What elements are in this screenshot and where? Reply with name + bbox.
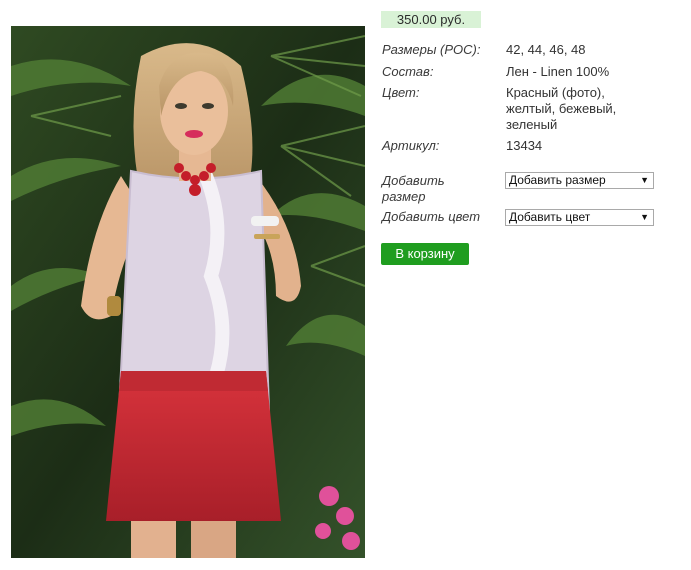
article-label: Артикул: bbox=[382, 138, 440, 153]
add-color-label: Добавить цвет bbox=[382, 209, 481, 224]
composition-label: Состав: bbox=[382, 64, 434, 79]
size-select-value: Добавить размер bbox=[509, 173, 606, 187]
add-to-cart-button[interactable]: В корзину bbox=[381, 243, 469, 265]
color-select-value: Добавить цвет bbox=[509, 210, 591, 224]
composition-value: Лен - Linen 100% bbox=[506, 64, 610, 79]
price-badge: 350.00 руб. bbox=[381, 11, 481, 28]
color-value: Красный (фото), желтый, бежевый, зеленый bbox=[506, 85, 617, 132]
dropdown-arrow-icon: ▼ bbox=[640, 212, 649, 222]
sizes-value: 42, 44, 46, 48 bbox=[506, 42, 586, 57]
article-value: 13434 bbox=[506, 138, 543, 153]
size-select[interactable]: Добавить размер ▼ bbox=[505, 172, 654, 189]
product-photo bbox=[11, 26, 365, 558]
color-select[interactable]: Добавить цвет ▼ bbox=[505, 209, 654, 226]
color-label: Цвет: bbox=[382, 85, 420, 100]
product-photo-drawing bbox=[11, 26, 365, 558]
dropdown-arrow-icon: ▼ bbox=[640, 175, 649, 185]
sizes-label: Размеры (РОС): bbox=[382, 42, 481, 57]
add-size-label: Добавить размер bbox=[382, 173, 445, 204]
